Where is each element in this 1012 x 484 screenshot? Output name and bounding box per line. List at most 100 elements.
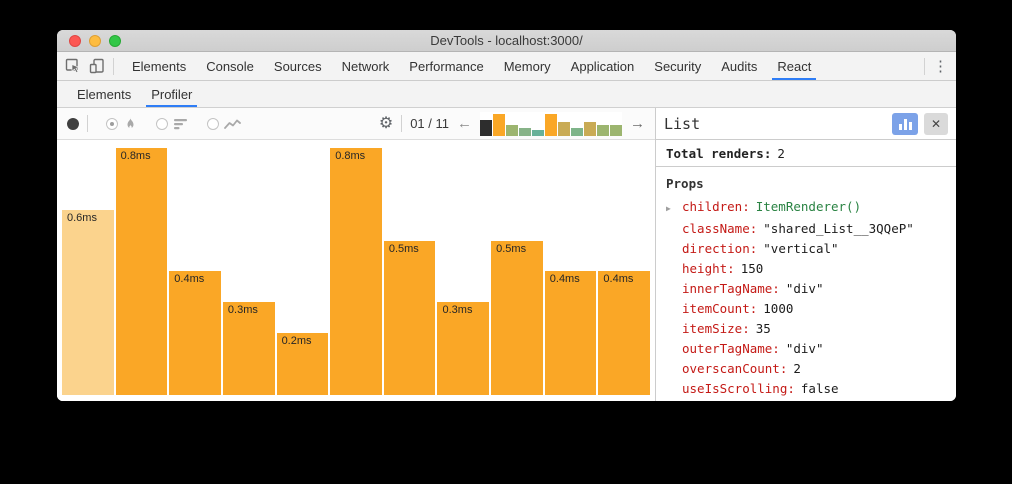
total-renders-label: Total renders: [666, 146, 771, 161]
commit-duration-label: 0.3ms [228, 304, 258, 316]
toolbar-divider [924, 58, 925, 75]
prop-name: direction: [682, 239, 757, 259]
window-titlebar[interactable]: DevTools - localhost:3000/ [57, 30, 956, 52]
react-subtab-elements[interactable]: Elements [67, 81, 141, 107]
prop-name: width: [682, 399, 727, 401]
minimap-bar[interactable] [597, 125, 609, 136]
next-snapshot-button[interactable]: → [630, 116, 645, 131]
commit-duration-label: 0.3ms [442, 304, 472, 316]
devtools-tab-performance[interactable]: Performance [399, 52, 493, 80]
prop-value: 150 [741, 259, 764, 279]
commit-duration-label: 0.4ms [174, 273, 204, 285]
prop-row-outerTagName: outerTagName: "div" [666, 339, 946, 359]
commit-bar-chart: 0.6ms0.8ms0.4ms0.3ms0.2ms0.8ms0.5ms0.3ms… [57, 140, 655, 401]
commit-duration-label: 0.2ms [282, 335, 312, 347]
close-panel-button[interactable]: ✕ [924, 113, 948, 135]
prop-name: itemSize: [682, 319, 750, 339]
minimap-bar[interactable] [610, 125, 622, 136]
commit-duration-bar[interactable]: 0.4ms [598, 271, 650, 395]
ranked-radio[interactable] [156, 118, 168, 130]
commit-duration-bar[interactable]: 0.5ms [491, 241, 543, 395]
commit-duration-bar[interactable]: 0.8ms [330, 148, 382, 395]
flamegraph-icon[interactable] [123, 116, 138, 131]
prop-row-innerTagName: innerTagName: "div" [666, 279, 946, 299]
devtools-tab-application[interactable]: Application [561, 52, 645, 80]
inspect-element-icon[interactable] [65, 58, 81, 74]
prop-name: className: [682, 219, 757, 239]
total-renders-row: Total renders: 2 [656, 140, 956, 167]
commit-duration-label: 0.4ms [550, 273, 580, 285]
props-heading: Props [666, 176, 946, 191]
snapshot-minimap[interactable] [480, 112, 622, 136]
react-subtab-profiler[interactable]: Profiler [141, 81, 202, 107]
commit-duration-bar[interactable]: 0.3ms [223, 302, 275, 395]
devtools-tab-audits[interactable]: Audits [711, 52, 767, 80]
prop-value: "vertical" [763, 239, 838, 259]
prop-row-direction: direction: "vertical" [666, 239, 946, 259]
prop-value: "div" [786, 279, 824, 299]
minimap-bar[interactable] [545, 114, 557, 136]
interactions-icon[interactable] [224, 117, 241, 131]
devtools-tabs: ElementsConsoleSourcesNetworkPerformance… [122, 52, 821, 80]
toolbar-divider [401, 115, 402, 132]
more-options-icon[interactable]: ⋮ [933, 59, 948, 74]
prop-value: 2 [793, 359, 801, 379]
prop-row-width: width:300 [666, 399, 946, 401]
devtools-tab-react[interactable]: React [767, 52, 821, 80]
commit-duration-bar[interactable]: 0.8ms [116, 148, 168, 395]
toolbar-divider [113, 58, 114, 75]
minimap-bar[interactable] [506, 125, 518, 136]
selected-component-title: List [664, 115, 886, 133]
devtools-tab-sources[interactable]: Sources [264, 52, 332, 80]
prop-row-itemSize: itemSize: 35 [666, 319, 946, 339]
commit-duration-bar[interactable]: 0.3ms [437, 302, 489, 395]
commit-duration-bar[interactable]: 0.4ms [545, 271, 597, 395]
minimap-bar[interactable] [558, 122, 570, 136]
minimap-bar[interactable] [584, 122, 596, 136]
commit-duration-label: 0.8ms [335, 150, 365, 162]
commit-duration-bar[interactable]: 0.2ms [277, 333, 329, 395]
minimap-bar[interactable] [571, 128, 583, 136]
devtools-window: DevTools - localhost:3000/ ElementsConso… [57, 30, 956, 401]
interactions-radio[interactable] [207, 118, 219, 130]
props-section: Props ▶children: ItemRenderer()className:… [656, 167, 956, 401]
commit-duration-label: 0.4ms [603, 273, 633, 285]
minimap-bar[interactable] [532, 130, 544, 136]
prop-value: ItemRenderer() [756, 197, 861, 217]
prop-value: "shared_List__3QQeP" [763, 219, 914, 239]
record-button[interactable] [67, 118, 79, 130]
prop-name: innerTagName: [682, 279, 780, 299]
prop-value: 35 [756, 319, 771, 339]
commit-duration-bar[interactable]: 0.6ms [62, 210, 114, 395]
settings-gear-icon[interactable]: ⚙ [379, 116, 393, 132]
devtools-tab-console[interactable]: Console [196, 52, 264, 80]
prop-value: "div" [786, 339, 824, 359]
prop-row-useIsScrolling: useIsScrolling:false [666, 379, 946, 399]
prop-row-className: className: "shared_List__3QQeP" [666, 219, 946, 239]
devtools-tab-security[interactable]: Security [644, 52, 711, 80]
device-toolbar-icon[interactable] [89, 58, 105, 74]
snapshot-counter: 01 / 11 [410, 116, 449, 131]
prop-name: children: [682, 197, 750, 217]
disclosure-triangle-icon[interactable]: ▶ [666, 199, 682, 219]
devtools-tab-network[interactable]: Network [332, 52, 400, 80]
ranked-chart-icon[interactable] [173, 117, 189, 131]
prop-row-children[interactable]: ▶children: ItemRenderer() [666, 197, 946, 219]
flamegraph-radio[interactable] [106, 118, 118, 130]
prop-name: itemCount: [682, 299, 757, 319]
minimap-bar[interactable] [519, 128, 531, 136]
prev-snapshot-button[interactable]: ← [457, 116, 472, 131]
component-renders-chart-button[interactable] [892, 113, 918, 135]
devtools-tab-memory[interactable]: Memory [494, 52, 561, 80]
component-details-panel: List ✕ Total renders: 2 Props ▶children:… [655, 108, 956, 401]
commit-duration-bar[interactable]: 0.5ms [384, 241, 436, 395]
bar-chart-icon [899, 124, 902, 130]
minimap-bar[interactable] [480, 120, 492, 136]
devtools-tab-elements[interactable]: Elements [122, 52, 196, 80]
prop-value: false [801, 379, 839, 399]
commit-duration-bar[interactable]: 0.4ms [169, 271, 221, 395]
minimap-bar[interactable] [493, 114, 505, 136]
commit-duration-label: 0.5ms [496, 243, 526, 255]
prop-name: outerTagName: [682, 339, 780, 359]
profiler-toolbar: ⚙ 01 / 11 ← → [57, 108, 655, 140]
